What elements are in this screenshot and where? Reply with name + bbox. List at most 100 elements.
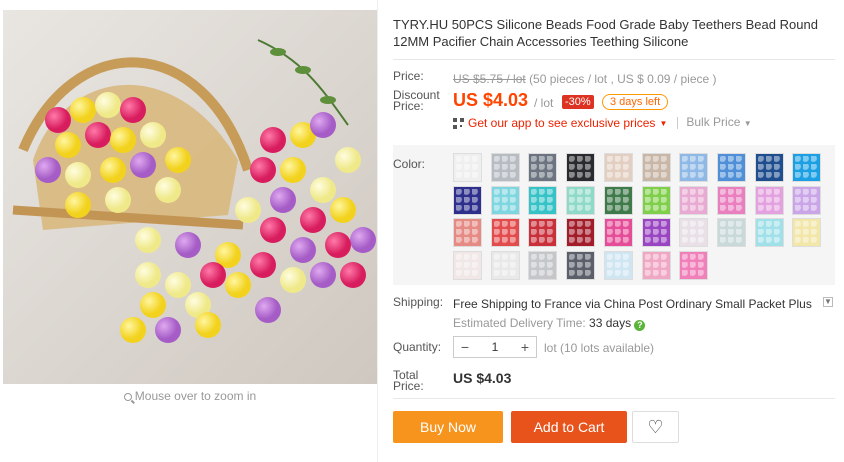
- app-promo-link[interactable]: Get our app to see exclusive prices: [468, 116, 655, 130]
- original-price-value: US $5.75 / lot: [453, 72, 526, 86]
- original-price-detail: (50 pieces / lot , US $ 0.09 / piece ): [529, 72, 717, 86]
- color-swatch[interactable]: [453, 250, 482, 280]
- swatch-texture: [606, 221, 630, 244]
- color-swatch[interactable]: [792, 153, 822, 182]
- bulk-price-label: Bulk Price: [686, 115, 741, 129]
- product-gallery: Mouse over to zoom in: [0, 0, 378, 462]
- color-swatch[interactable]: [528, 250, 558, 280]
- color-swatch[interactable]: [754, 185, 784, 215]
- color-swatch[interactable]: [566, 250, 596, 280]
- swatch-texture: [493, 188, 517, 212]
- swatch-texture: [456, 188, 479, 212]
- swatch-texture: [606, 156, 630, 179]
- swatch-texture: [606, 188, 630, 212]
- color-swatch[interactable]: [641, 250, 671, 280]
- color-swatch[interactable]: [566, 218, 596, 247]
- color-swatch[interactable]: [566, 185, 596, 215]
- delivery-days: 33 days: [589, 316, 632, 330]
- buy-now-button[interactable]: Buy Now: [393, 411, 503, 443]
- increase-button[interactable]: +: [514, 337, 536, 357]
- swatch-texture: [569, 156, 593, 179]
- color-swatch[interactable]: [453, 185, 482, 215]
- swatch-texture: [493, 221, 517, 244]
- decrease-button[interactable]: −: [454, 337, 476, 357]
- color-swatch[interactable]: [716, 185, 746, 215]
- swatch-texture: [682, 253, 706, 277]
- swatch-texture: [795, 188, 819, 212]
- swatch-texture: [644, 188, 668, 212]
- column-divider: [377, 0, 378, 462]
- total-divider: [393, 398, 835, 399]
- shipping-method[interactable]: Free Shipping to France via China Post O…: [453, 297, 812, 311]
- color-swatch[interactable]: [603, 153, 633, 182]
- add-to-cart-button[interactable]: Add to Cart: [511, 411, 627, 443]
- price-label: Price:: [393, 69, 424, 83]
- qr-code-icon: [453, 117, 464, 129]
- chevron-down-icon[interactable]: ▼: [823, 297, 833, 307]
- color-swatch[interactable]: [716, 153, 746, 182]
- quantity-stepper: − 1 +: [453, 336, 537, 358]
- color-swatch[interactable]: [641, 185, 671, 215]
- swatch-texture: [757, 156, 781, 179]
- days-left-badge: 3 days left: [602, 94, 669, 110]
- color-swatch[interactable]: [603, 218, 633, 247]
- color-swatch[interactable]: [679, 250, 709, 280]
- color-swatch[interactable]: [528, 218, 558, 247]
- color-swatch[interactable]: [453, 153, 482, 182]
- swatch-texture: [719, 188, 743, 212]
- wishlist-button[interactable]: ♡: [632, 411, 679, 443]
- color-swatch[interactable]: [528, 185, 558, 215]
- color-swatch[interactable]: [490, 250, 520, 280]
- swatch-texture: [719, 156, 743, 179]
- color-swatch[interactable]: [490, 185, 520, 215]
- product-main-image[interactable]: [3, 10, 377, 384]
- color-swatch[interactable]: [490, 218, 520, 247]
- swatch-texture: [569, 221, 593, 244]
- shipping-label: Shipping:: [393, 295, 444, 309]
- swatch-texture: [757, 221, 781, 244]
- color-swatch[interactable]: [754, 218, 784, 247]
- color-swatch[interactable]: [566, 153, 596, 182]
- swatch-texture: [795, 221, 819, 244]
- swatch-texture: [644, 253, 668, 277]
- swatch-texture: [757, 188, 781, 212]
- swatch-texture: [456, 221, 479, 244]
- color-swatch[interactable]: [679, 185, 709, 215]
- color-swatch[interactable]: [754, 153, 784, 182]
- total-price: US $4.03: [453, 370, 512, 386]
- help-icon[interactable]: ?: [634, 320, 646, 331]
- swatch-texture: [795, 156, 819, 179]
- discount-price-label: Discount Price:: [393, 88, 440, 113]
- color-swatch[interactable]: [603, 185, 633, 215]
- color-swatch[interactable]: [603, 250, 633, 280]
- swatch-texture: [456, 253, 479, 277]
- bulk-price-dropdown[interactable]: Bulk Price ▼: [677, 115, 752, 129]
- per-lot-unit: / lot: [534, 96, 554, 110]
- color-swatch[interactable]: [792, 185, 822, 215]
- product-title: TYRY.HU 50PCS Silicone Beads Food Grade …: [393, 17, 818, 49]
- discount-price: US $4.03: [453, 90, 529, 110]
- color-swatch[interactable]: [528, 153, 558, 182]
- color-swatch[interactable]: [453, 218, 482, 247]
- discount-badge: -30%: [562, 95, 594, 109]
- color-swatch[interactable]: [641, 218, 671, 247]
- color-swatch[interactable]: [792, 218, 822, 247]
- quantity-input[interactable]: 1: [476, 340, 514, 354]
- chevron-down-icon: ▼: [743, 119, 752, 128]
- total-price-label: Total Price:: [393, 368, 424, 393]
- title-divider: [393, 59, 835, 60]
- color-label: Color:: [393, 157, 426, 171]
- color-swatch[interactable]: [679, 218, 709, 247]
- quantity-label: Quantity:: [393, 340, 442, 354]
- delivery-estimate: Estimated Delivery Time: 33 days ?: [453, 316, 646, 331]
- swatch-texture: [531, 188, 555, 212]
- delivery-label: Estimated Delivery Time:: [453, 316, 586, 330]
- color-swatch[interactable]: [716, 218, 746, 247]
- color-swatch[interactable]: [679, 153, 709, 182]
- swatch-texture: [682, 221, 706, 244]
- color-swatch[interactable]: [641, 153, 671, 182]
- color-swatch[interactable]: [490, 153, 520, 182]
- swatch-texture: [644, 221, 668, 244]
- app-promo-row: Get our app to see exclusive prices ▼ Bu…: [453, 116, 752, 130]
- swatch-texture: [531, 253, 555, 277]
